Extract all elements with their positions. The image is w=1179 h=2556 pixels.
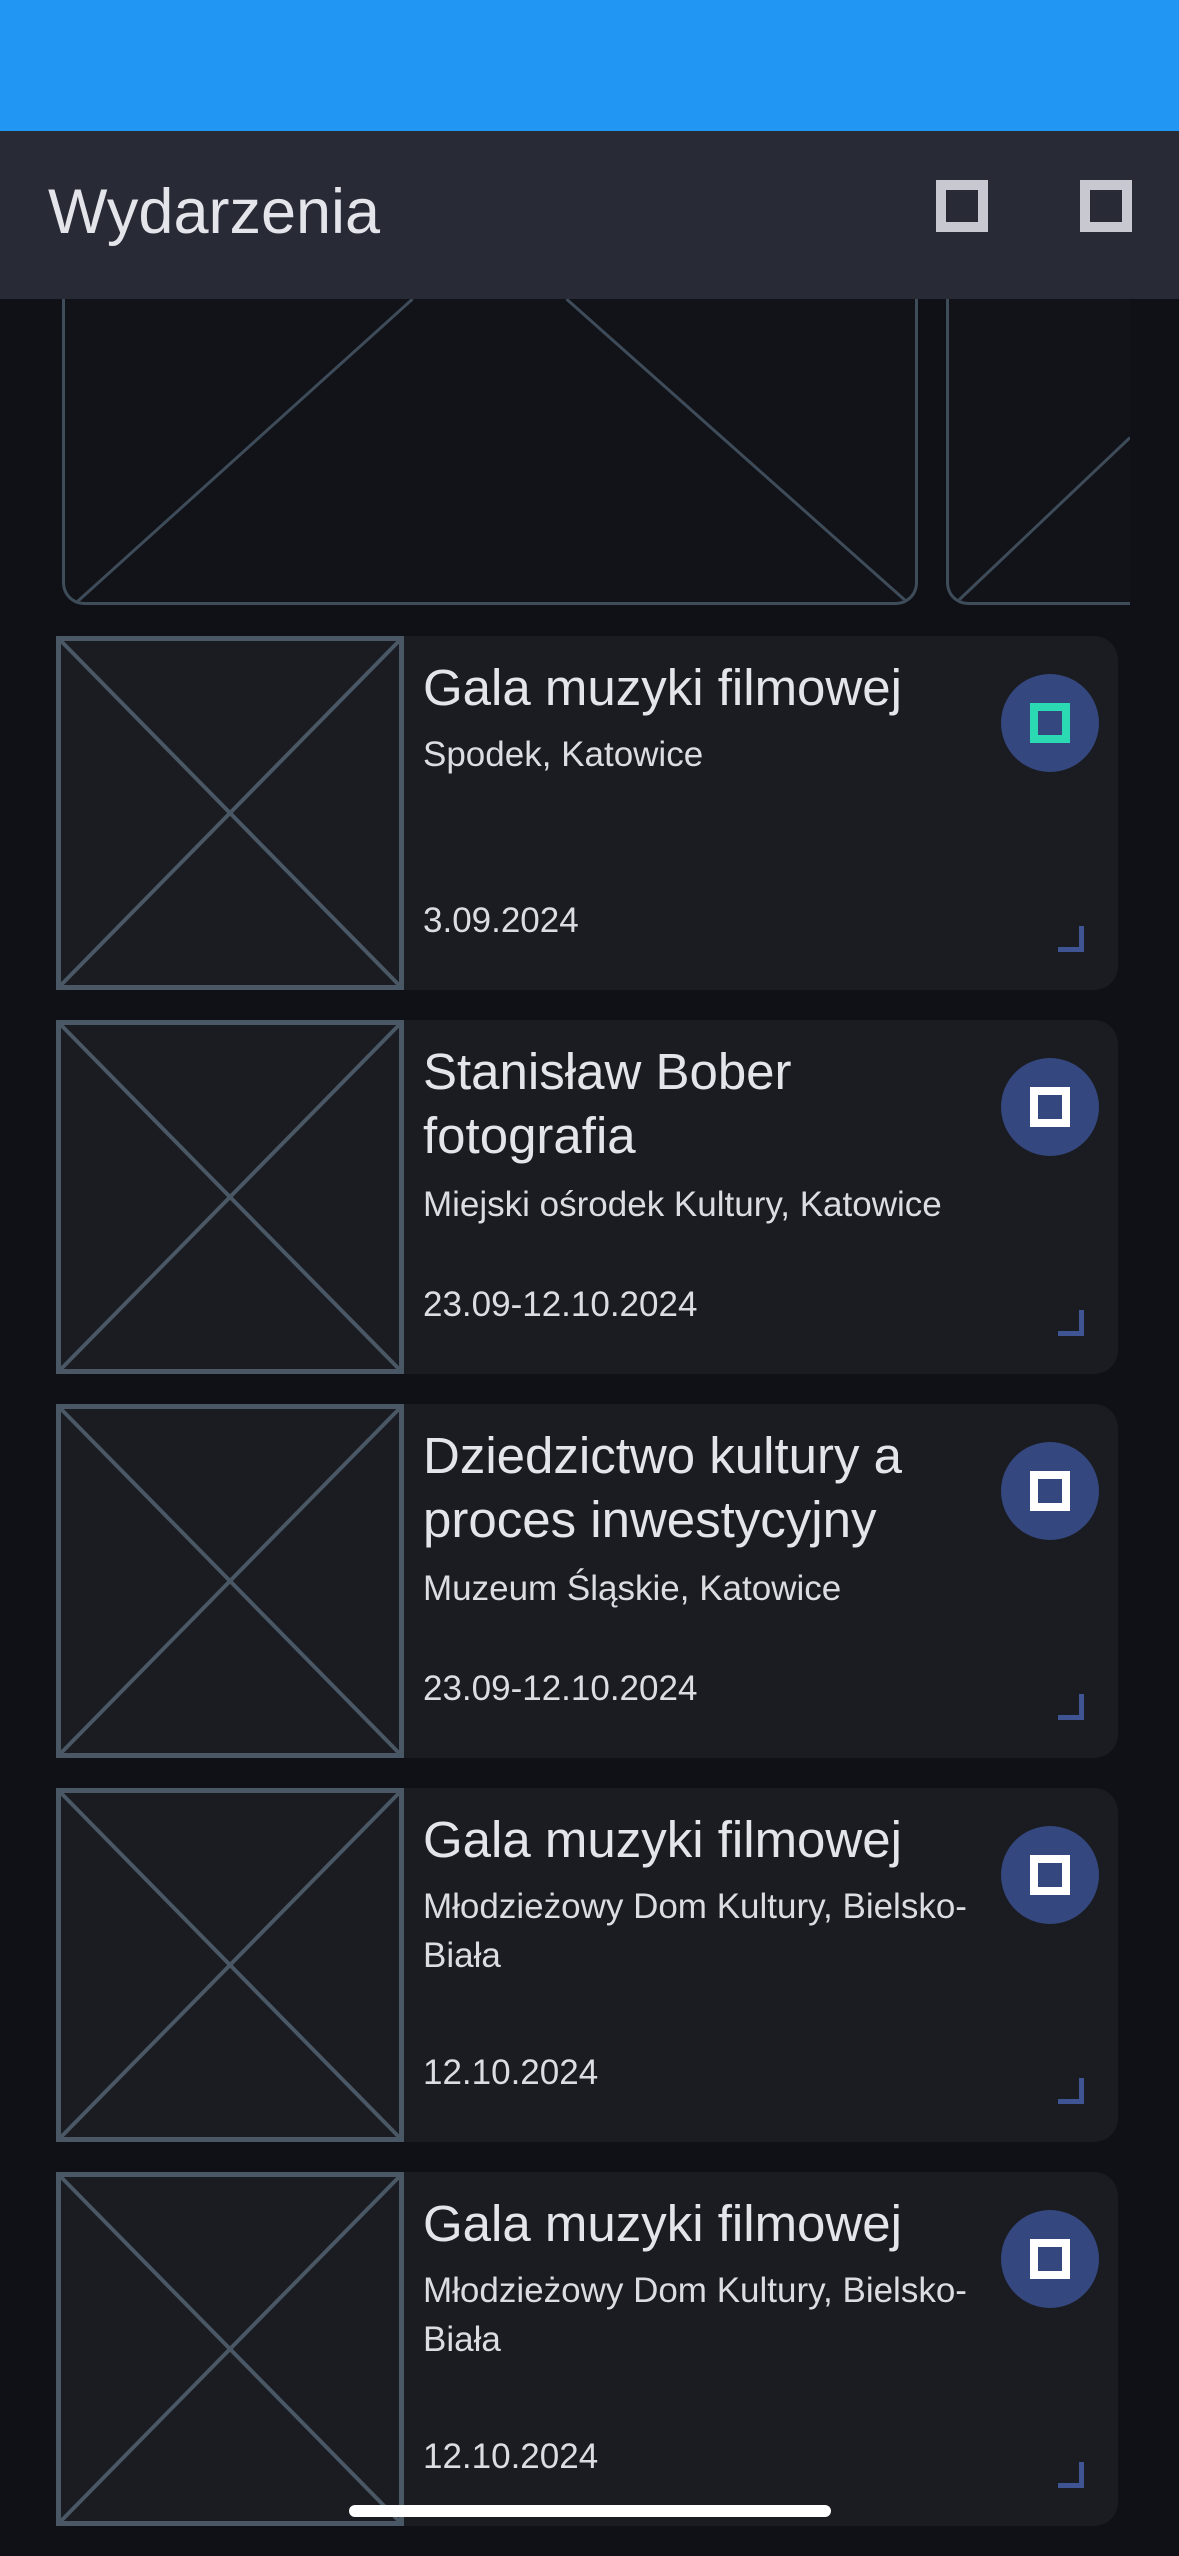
- square-icon: [1030, 2239, 1070, 2279]
- event-date: 12.10.2024: [423, 2053, 599, 2092]
- event-date: 12.10.2024: [423, 2437, 599, 2476]
- square-icon[interactable]: [936, 180, 988, 232]
- page-title: Wydarzenia: [48, 177, 381, 247]
- status-bar: [0, 0, 1179, 131]
- event-venue: Spodek, Katowice: [423, 735, 704, 774]
- event-list[interactable]: Gala muzyki filmowej Spodek, Katowice 3.…: [0, 299, 1179, 2556]
- event-title: Gala muzyki filmowej: [423, 659, 902, 716]
- event-date: 3.09.2024: [423, 901, 579, 940]
- image-placeholder: [56, 2172, 404, 2526]
- event-title: Dziedzictwo kultury a proces inwestycyjn…: [423, 1427, 902, 1548]
- image-placeholder: [56, 1020, 404, 1374]
- event-date: 23.09-12.10.2024: [423, 1669, 698, 1708]
- image-placeholder: [56, 1404, 404, 1758]
- corner-icon: [1058, 926, 1084, 952]
- favorite-button[interactable]: [1001, 2210, 1099, 2308]
- square-icon[interactable]: [1080, 180, 1132, 232]
- event-card[interactable]: Stanisław Bober fotografia Miejski ośrod…: [56, 1020, 1118, 1374]
- corner-icon: [1058, 1310, 1084, 1336]
- featured-image-placeholder[interactable]: [62, 299, 918, 605]
- home-indicator[interactable]: [349, 2505, 831, 2517]
- event-date: 23.09-12.10.2024: [423, 1285, 698, 1324]
- event-venue: Miejski ośrodek Kultury, Katowice: [423, 1185, 942, 1224]
- image-placeholder: [56, 1788, 404, 2142]
- favorite-button[interactable]: [1001, 1442, 1099, 1540]
- event-venue: Muzeum Śląskie, Katowice: [423, 1569, 842, 1608]
- favorite-button[interactable]: [1001, 1058, 1099, 1156]
- event-title: Gala muzyki filmowej: [423, 1811, 902, 1868]
- event-venue: Młodzieżowy Dom Kultury, Bielsko-Biała: [423, 1887, 967, 1975]
- event-card[interactable]: Gala muzyki filmowej Młodzieżowy Dom Kul…: [56, 1788, 1118, 2142]
- favorite-button[interactable]: [1001, 674, 1099, 772]
- square-icon: [1030, 1087, 1070, 1127]
- event-title: Stanisław Bober fotografia: [423, 1043, 792, 1164]
- image-placeholder: [56, 636, 404, 990]
- square-icon: [1030, 1855, 1070, 1895]
- event-venue: Młodzieżowy Dom Kultury, Bielsko-Biała: [423, 2271, 967, 2359]
- event-card[interactable]: Gala muzyki filmowej Młodzieżowy Dom Kul…: [56, 2172, 1118, 2526]
- event-card[interactable]: Dziedzictwo kultury a proces inwestycyjn…: [56, 1404, 1118, 1758]
- favorite-button[interactable]: [1001, 1826, 1099, 1924]
- corner-icon: [1058, 1694, 1084, 1720]
- square-icon: [1030, 703, 1070, 743]
- event-title: Gala muzyki filmowej: [423, 2195, 902, 2252]
- square-icon: [1030, 1471, 1070, 1511]
- featured-image-placeholder[interactable]: [946, 299, 1130, 605]
- event-card[interactable]: Gala muzyki filmowej Spodek, Katowice 3.…: [56, 636, 1118, 990]
- corner-icon: [1058, 2078, 1084, 2104]
- corner-icon: [1058, 2462, 1084, 2488]
